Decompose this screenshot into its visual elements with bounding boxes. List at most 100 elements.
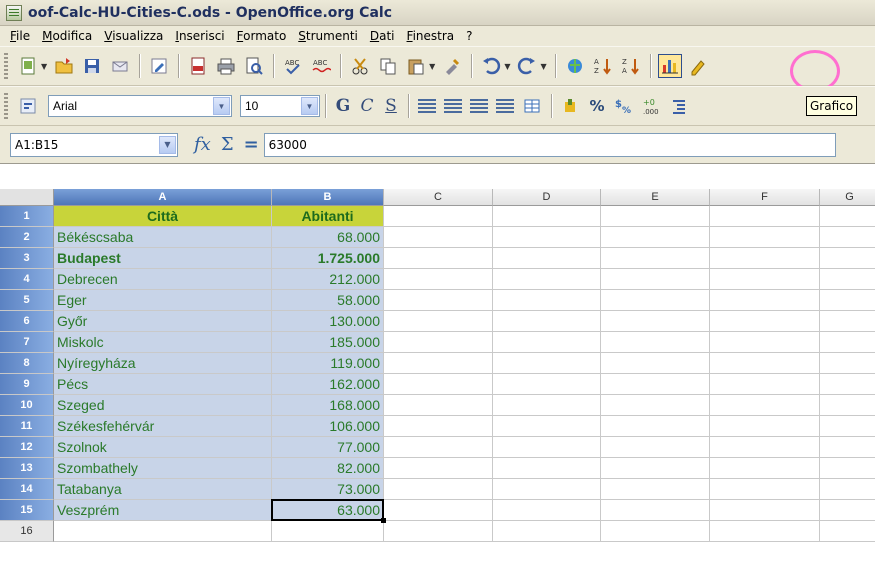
empty-cell[interactable]	[601, 290, 710, 311]
empty-cell[interactable]	[820, 416, 875, 437]
sort-ascending-icon[interactable]: AZ	[591, 54, 615, 78]
population-cell[interactable]: 58.000	[272, 290, 384, 311]
empty-cell[interactable]	[820, 374, 875, 395]
empty-cell[interactable]	[272, 521, 384, 542]
row-header-14[interactable]: 14	[0, 479, 54, 500]
empty-cell[interactable]	[710, 290, 820, 311]
empty-cell[interactable]	[710, 311, 820, 332]
align-right-icon[interactable]	[470, 99, 488, 113]
population-cell[interactable]: 162.000	[272, 374, 384, 395]
add-decimal-icon[interactable]: +0.000	[639, 94, 663, 118]
row-header-11[interactable]: 11	[0, 416, 54, 437]
menu-inserisci[interactable]: Inserisci	[169, 29, 230, 43]
empty-cell[interactable]	[493, 437, 601, 458]
row-header-7[interactable]: 7	[0, 332, 54, 353]
edit-file-icon[interactable]	[147, 54, 171, 78]
empty-cell[interactable]	[384, 206, 493, 227]
empty-cell[interactable]	[710, 416, 820, 437]
city-cell[interactable]: Szeged	[54, 395, 272, 416]
city-cell[interactable]: Pécs	[54, 374, 272, 395]
empty-cell[interactable]	[493, 416, 601, 437]
empty-cell[interactable]	[820, 479, 875, 500]
row-header-12[interactable]: 12	[0, 437, 54, 458]
chevron-down-icon[interactable]: ▼	[41, 62, 47, 71]
formula-input[interactable]: 63000	[263, 132, 836, 157]
city-cell[interactable]: Veszprém	[54, 500, 272, 521]
empty-cell[interactable]	[820, 206, 875, 227]
column-header-a[interactable]: A	[54, 189, 272, 206]
empty-cell[interactable]	[493, 248, 601, 269]
open-folder-icon[interactable]	[52, 54, 76, 78]
column-header-d[interactable]: D	[493, 189, 601, 206]
empty-cell[interactable]	[384, 311, 493, 332]
empty-cell[interactable]	[384, 248, 493, 269]
city-cell[interactable]: Székesfehérvár	[54, 416, 272, 437]
empty-cell[interactable]	[710, 374, 820, 395]
empty-cell[interactable]	[710, 269, 820, 290]
sort-descending-icon[interactable]: ZA	[619, 54, 643, 78]
empty-cell[interactable]	[601, 395, 710, 416]
column-header-e[interactable]: E	[601, 189, 710, 206]
empty-cell[interactable]	[820, 248, 875, 269]
bold-button[interactable]: G	[333, 94, 353, 118]
empty-cell[interactable]	[601, 458, 710, 479]
population-cell[interactable]: 77.000	[272, 437, 384, 458]
menu-visualizza[interactable]: Visualizza	[98, 29, 169, 43]
clone-formatting-icon[interactable]	[440, 54, 464, 78]
row-header-4[interactable]: 4	[0, 269, 54, 290]
city-cell[interactable]: Miskolc	[54, 332, 272, 353]
menu-file[interactable]: File	[4, 29, 36, 43]
empty-cell[interactable]	[820, 353, 875, 374]
row-header-10[interactable]: 10	[0, 395, 54, 416]
chevron-down-icon[interactable]: ▼	[429, 62, 435, 71]
city-cell[interactable]: Eger	[54, 290, 272, 311]
function-wizard-icon[interactable]: fx	[194, 134, 211, 155]
empty-cell[interactable]	[601, 269, 710, 290]
empty-cell[interactable]	[601, 206, 710, 227]
empty-cell[interactable]	[710, 248, 820, 269]
empty-cell[interactable]	[384, 479, 493, 500]
align-justify-icon[interactable]	[496, 99, 514, 113]
standard-number-format-icon[interactable]: $%	[611, 94, 635, 118]
column-header-g[interactable]: G	[820, 189, 875, 206]
population-cell[interactable]: 73.000	[272, 479, 384, 500]
chevron-down-icon[interactable]: ▼	[504, 62, 510, 71]
empty-cell[interactable]	[601, 521, 710, 542]
empty-cell[interactable]	[384, 521, 493, 542]
select-all-corner[interactable]	[0, 189, 54, 206]
autospellcheck-icon[interactable]: ABC	[309, 54, 333, 78]
chevron-down-icon[interactable]: ▼	[159, 135, 176, 154]
export-pdf-icon[interactable]	[186, 54, 210, 78]
menu-help[interactable]: ?	[460, 29, 478, 43]
save-icon[interactable]	[80, 54, 104, 78]
empty-cell[interactable]	[493, 500, 601, 521]
population-cell[interactable]: 119.000	[272, 353, 384, 374]
name-box[interactable]: A1:B15 ▼	[10, 132, 178, 157]
empty-cell[interactable]	[493, 374, 601, 395]
empty-cell[interactable]	[820, 227, 875, 248]
population-cell[interactable]: 1.725.000	[272, 248, 384, 269]
empty-cell[interactable]	[710, 479, 820, 500]
cut-icon[interactable]	[348, 54, 372, 78]
empty-cell[interactable]	[601, 374, 710, 395]
indent-icon[interactable]	[667, 94, 691, 118]
insert-chart-icon[interactable]	[657, 54, 682, 78]
city-cell[interactable]: Nyíregyháza	[54, 353, 272, 374]
empty-cell[interactable]	[601, 353, 710, 374]
align-center-icon[interactable]	[444, 99, 462, 113]
underline-button[interactable]: S	[381, 94, 401, 118]
page-preview-icon[interactable]	[242, 54, 266, 78]
empty-cell[interactable]	[820, 290, 875, 311]
copy-icon[interactable]	[376, 54, 400, 78]
font-name-combo[interactable]: Arial ▼	[48, 95, 232, 117]
empty-cell[interactable]	[820, 521, 875, 542]
font-size-combo[interactable]: 10 ▼	[240, 95, 320, 117]
empty-cell[interactable]	[493, 290, 601, 311]
undo-icon[interactable]	[479, 54, 503, 78]
merge-cells-icon[interactable]	[520, 94, 544, 118]
empty-cell[interactable]	[601, 500, 710, 521]
styles-formatting-icon[interactable]	[16, 94, 40, 118]
empty-cell[interactable]	[820, 395, 875, 416]
empty-cell[interactable]	[710, 521, 820, 542]
align-left-icon[interactable]	[418, 99, 436, 113]
